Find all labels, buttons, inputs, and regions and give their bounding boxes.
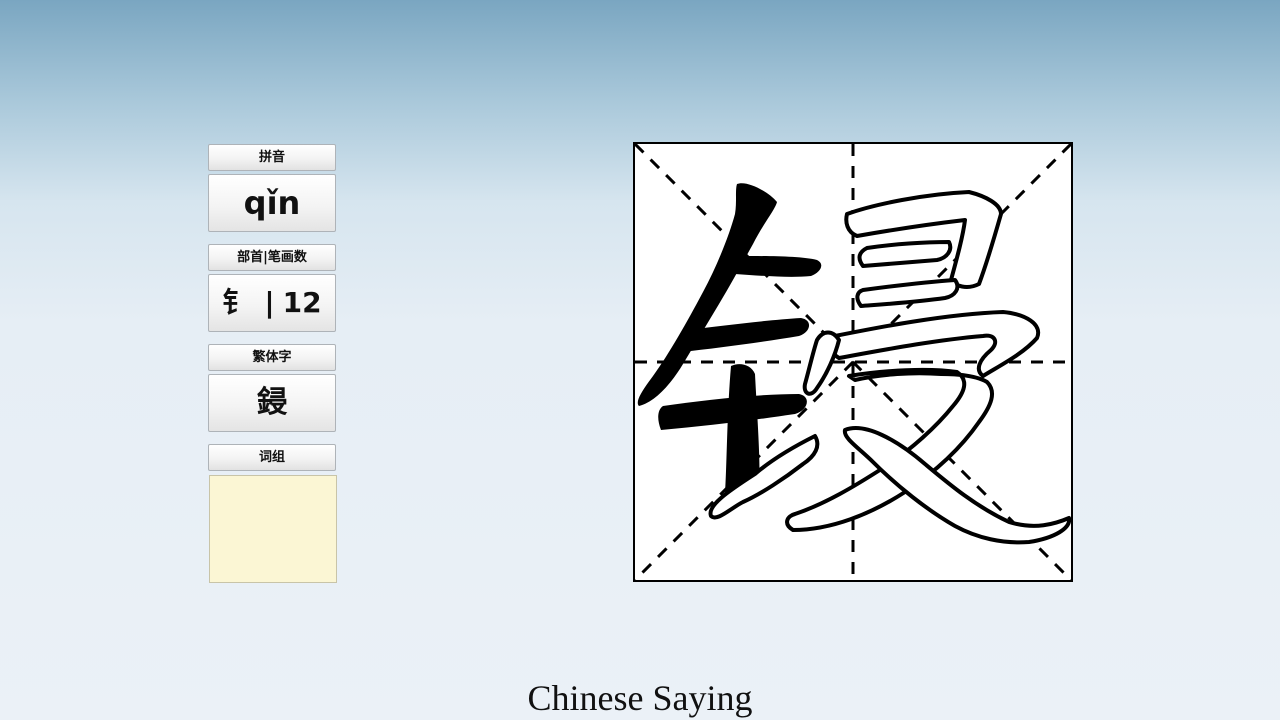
separator: |	[264, 286, 275, 319]
component-outline	[708, 190, 1071, 545]
pinyin-value-box[interactable]: qǐn	[208, 174, 336, 232]
character-writing-grid	[633, 142, 1073, 582]
radical-value: 钅	[222, 286, 251, 319]
traditional-label-button[interactable]: 繁体字	[208, 344, 336, 371]
traditional-value-box[interactable]: 鋟	[208, 374, 336, 432]
radical-strokes-label-button[interactable]: 部首|笔画数	[208, 244, 336, 271]
character-grid-svg	[635, 144, 1071, 580]
stroke-count-value: 12	[282, 286, 322, 319]
words-label-button[interactable]: 词组	[208, 444, 336, 471]
caption-text: Chinese Saying	[527, 678, 753, 718]
pinyin-label-button[interactable]: 拼音	[208, 144, 336, 171]
words-box[interactable]	[209, 475, 337, 583]
radical-strokes-value-box[interactable]: 钅 | 12	[208, 274, 336, 332]
